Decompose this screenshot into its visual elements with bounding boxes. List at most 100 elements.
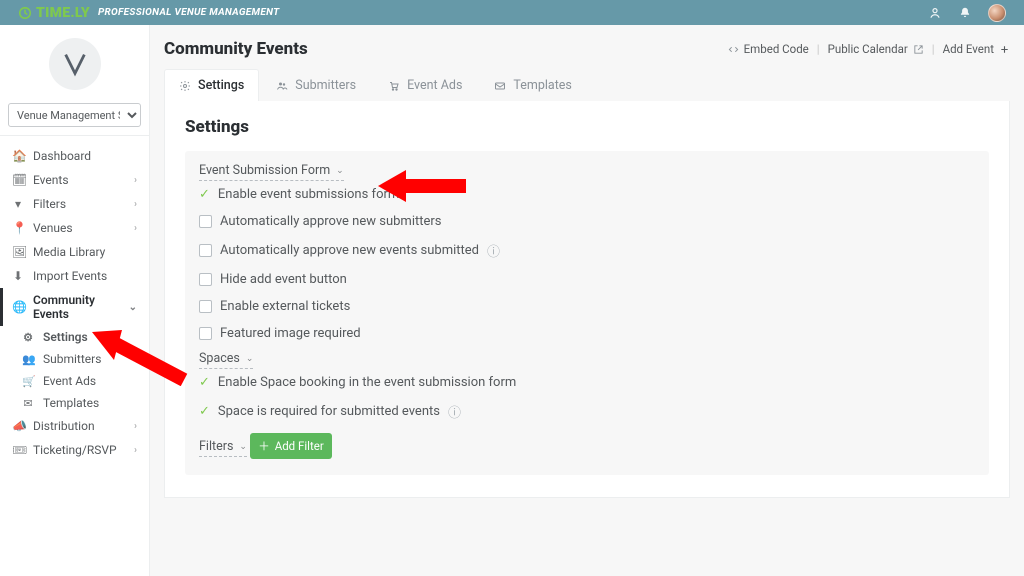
mail-icon: ✉ — [22, 397, 34, 410]
nav-label: Community Events — [33, 293, 120, 321]
nav-label: Settings — [43, 330, 88, 344]
bell-icon[interactable] — [958, 6, 972, 20]
checkbox-icon — [199, 215, 212, 228]
settings-body: Event Submission Form ⌄ ✓ Enable event s… — [185, 151, 989, 475]
nav-events[interactable]: 🗓Events› — [0, 168, 149, 192]
nav-venues[interactable]: 📍Venues› — [0, 216, 149, 240]
action-label: Embed Code — [744, 42, 809, 56]
nav-label: Ticketing/RSVP — [33, 443, 117, 457]
tab-eventads[interactable]: Event Ads — [373, 69, 477, 101]
mail-icon — [494, 80, 506, 92]
nav-distribution[interactable]: 📣Distribution› — [0, 414, 149, 438]
tab-label: Submitters — [295, 78, 356, 93]
opt-space-required[interactable]: ✓ Space is required for submitted events… — [199, 396, 975, 427]
nav-sub-settings[interactable]: ⚙ Settings — [10, 326, 149, 348]
opt-label: Automatically approve new events submitt… — [220, 243, 479, 258]
nav-label: Submitters — [43, 352, 101, 366]
page-actions: Embed Code | Public Calendar | Add Event — [728, 42, 1010, 56]
filter-icon: ▾ — [12, 197, 24, 211]
plus-icon: ＋ — [258, 438, 270, 454]
opt-label: Automatically approve new submitters — [220, 214, 442, 229]
ticket-icon: 🎟 — [12, 443, 24, 457]
nav-label: Templates — [43, 396, 99, 410]
separator: | — [932, 42, 935, 56]
top-bar: TIME.LY PROFESSIONAL VENUE MANAGEMENT — [0, 0, 1024, 25]
nav-label: Dashboard — [33, 149, 91, 163]
tab-submitters[interactable]: Submitters — [261, 69, 371, 101]
brand-block: TIME.LY PROFESSIONAL VENUE MANAGEMENT — [18, 5, 279, 21]
cart-icon — [388, 80, 400, 92]
settings-panel: Settings Event Submission Form ⌄ ✓ Enabl… — [164, 101, 1010, 498]
nav-sub-eventads[interactable]: 🛒Event Ads — [10, 370, 149, 392]
public-calendar-link[interactable]: Public Calendar — [828, 42, 924, 56]
chevron-right-icon: › — [134, 199, 137, 210]
top-icons — [928, 4, 1006, 22]
action-label: Public Calendar — [828, 42, 908, 56]
settings-heading: Settings — [185, 117, 989, 137]
nav-label: Filters — [33, 197, 66, 211]
nav-filters[interactable]: ▾ Filters › — [0, 192, 149, 216]
opt-enable-space-booking[interactable]: ✓ Enable Space booking in the event subm… — [199, 369, 975, 396]
add-filter-button[interactable]: ＋ Add Filter — [250, 433, 332, 459]
tab-templates[interactable]: Templates — [479, 69, 586, 101]
embed-code-link[interactable]: Embed Code — [728, 42, 809, 56]
nav-label: Venues — [33, 221, 73, 235]
nav-dashboard[interactable]: 🏠Dashboard — [0, 144, 149, 168]
opt-label: Enable Space booking in the event submis… — [218, 375, 516, 390]
nav-sub-submitters[interactable]: 👥Submitters — [10, 348, 149, 370]
opt-featured-image-required[interactable]: Featured image required — [199, 320, 975, 347]
cart-icon: 🛒 — [22, 375, 34, 388]
user-outline-icon[interactable] — [928, 6, 942, 20]
check-icon: ✓ — [199, 188, 210, 201]
add-event-link[interactable]: Add Event — [943, 42, 1010, 56]
calendar-select[interactable]: Venue Management Software — [8, 103, 141, 127]
tab-label: Settings — [198, 78, 244, 93]
checkbox-icon — [199, 273, 212, 286]
checkbox-icon — [199, 300, 212, 313]
tab-settings[interactable]: Settings — [164, 69, 259, 101]
gear-icon — [179, 80, 191, 92]
globe-icon: 🌐 — [12, 300, 24, 314]
chevron-right-icon: › — [134, 421, 137, 432]
nav-label: Events — [33, 173, 69, 187]
info-icon[interactable]: ⓘ — [448, 402, 461, 421]
tab-label: Templates — [513, 78, 571, 93]
sidebar: Venue Management Software 🏠Dashboard 🗓 Ev… — [0, 25, 150, 576]
nav-media[interactable]: 🖼Media Library — [0, 240, 149, 264]
action-label: Add Event — [943, 42, 994, 56]
chevron-right-icon: › — [134, 445, 137, 456]
nav: 🏠Dashboard 🗓 Events › ▾ Filters › 📍 Venues › 🖼… — [0, 136, 149, 462]
user-avatar[interactable] — [988, 4, 1006, 22]
section-event-submission-form[interactable]: Event Submission Form ⌄ — [199, 163, 344, 181]
button-label: Add Filter — [275, 439, 324, 453]
section-label: Filters — [199, 439, 233, 454]
opt-auto-approve-events[interactable]: Automatically approve new events submitt… — [199, 235, 975, 266]
page-head: Community Events Embed Code | Public Cal… — [164, 39, 1010, 59]
opt-label: Hide add event button — [220, 272, 347, 287]
section-spaces[interactable]: Spaces ⌄ — [199, 351, 253, 369]
info-icon[interactable]: ⓘ — [487, 241, 500, 260]
pin-icon: 📍 — [12, 221, 24, 235]
users-icon — [276, 80, 288, 92]
nav-ticketing[interactable]: 🎟 Ticketing/RSVP › — [0, 438, 149, 462]
nav-community-events[interactable]: 🌐Community Events⌄ — [0, 288, 149, 326]
opt-label: Space is required for submitted events — [218, 404, 440, 419]
opt-hide-add-event[interactable]: Hide add event button — [199, 266, 975, 293]
check-icon: ✓ — [199, 376, 210, 389]
org-avatar-block — [0, 25, 149, 103]
opt-auto-approve-submitters[interactable]: Automatically approve new submitters — [199, 208, 975, 235]
checkbox-icon — [199, 327, 212, 340]
opt-label: Featured image required — [220, 326, 361, 341]
tabs: Settings Submitters Event Ads Templates — [164, 69, 1010, 101]
nav-import[interactable]: ⬇Import Events — [0, 264, 149, 288]
section-filters[interactable]: Filters ⌄ — [199, 439, 247, 457]
sliders-icon: ⚙ — [22, 331, 34, 344]
nav-label: Distribution — [33, 419, 95, 433]
opt-enable-event-submissions[interactable]: ✓ Enable event submissions form — [199, 181, 975, 208]
opt-enable-external-tickets[interactable]: Enable external tickets — [199, 293, 975, 320]
nav-sub-templates[interactable]: ✉ Templates — [10, 392, 149, 414]
org-avatar — [49, 38, 101, 90]
chevron-down-icon: ⌄ — [336, 166, 344, 176]
calendar-icon: 🗓 — [12, 173, 24, 187]
separator: | — [817, 42, 820, 56]
